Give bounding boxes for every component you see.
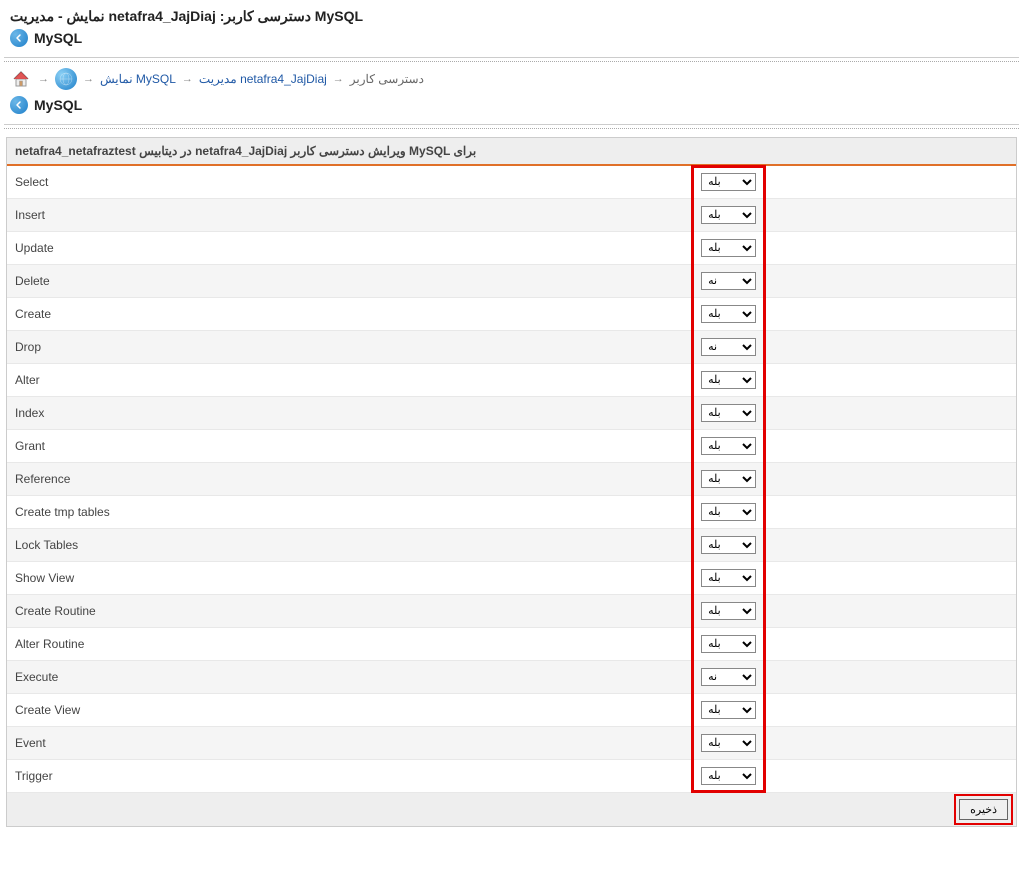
permission-label: Lock Tables bbox=[7, 529, 693, 562]
divider bbox=[4, 124, 1019, 125]
permission-value-cell: بلهنه bbox=[693, 166, 1016, 199]
page-title: نمایش - مدیریت netafra4_JajDiaj :دسترسی … bbox=[10, 8, 1013, 25]
breadcrumb-current: دسترسی کاربر bbox=[350, 72, 424, 86]
panel-title: netafra4_netafraztest در دیتابیس netafra… bbox=[7, 138, 1016, 166]
permission-value-cell: بلهنه bbox=[693, 529, 1016, 562]
permission-label: Drop bbox=[7, 331, 693, 364]
permission-label: Alter Routine bbox=[7, 628, 693, 661]
permission-select[interactable]: بلهنه bbox=[701, 272, 756, 290]
globe-icon[interactable] bbox=[55, 68, 77, 90]
permission-label: Alter bbox=[7, 364, 693, 397]
table-row: Event بلهنه bbox=[7, 727, 1016, 760]
permission-value-cell: بلهنه bbox=[693, 463, 1016, 496]
table-row: Index بلهنه bbox=[7, 397, 1016, 430]
table-row: Update بلهنه bbox=[7, 232, 1016, 265]
table-row: Insert بلهنه bbox=[7, 199, 1016, 232]
permission-select[interactable]: بلهنه bbox=[701, 404, 756, 422]
table-row: Alter Routine بلهنه bbox=[7, 628, 1016, 661]
permission-select[interactable]: بلهنه bbox=[701, 536, 756, 554]
table-row: Reference بلهنه bbox=[7, 463, 1016, 496]
permission-select[interactable]: بلهنه bbox=[701, 305, 756, 323]
table-row: Create View بلهنه bbox=[7, 694, 1016, 727]
permission-value-cell: بلهنه bbox=[693, 727, 1016, 760]
table-row: Create بلهنه bbox=[7, 298, 1016, 331]
permission-label: Create View bbox=[7, 694, 693, 727]
permissions-panel: netafra4_netafraztest در دیتابیس netafra… bbox=[6, 137, 1017, 827]
permission-value-cell: بلهنه bbox=[693, 397, 1016, 430]
permission-value-cell: بلهنه bbox=[693, 199, 1016, 232]
permission-label: Trigger bbox=[7, 760, 693, 793]
permission-value-cell: بلهنه bbox=[693, 331, 1016, 364]
permission-select[interactable]: بلهنه bbox=[701, 437, 756, 455]
divider bbox=[4, 57, 1019, 58]
permission-label: Reference bbox=[7, 463, 693, 496]
table-row: Select بلهنه bbox=[7, 166, 1016, 199]
permission-label: Create tmp tables bbox=[7, 496, 693, 529]
permission-select[interactable]: بلهنه bbox=[701, 701, 756, 719]
permission-select[interactable]: بلهنه bbox=[701, 734, 756, 752]
permissions-table: Select بلهنه Insert بلهنه Update بلهنه Delete ب… bbox=[7, 166, 1016, 793]
permission-select[interactable]: بلهنه bbox=[701, 503, 756, 521]
chevron-right-icon: → bbox=[333, 73, 344, 85]
arrow-left-icon bbox=[10, 96, 28, 114]
permission-value-cell: بلهنه bbox=[693, 232, 1016, 265]
permission-select[interactable]: بلهنه bbox=[701, 767, 756, 785]
permission-label: Event bbox=[7, 727, 693, 760]
table-row: Drop بلهنه bbox=[7, 331, 1016, 364]
table-row: Lock Tables بلهنه bbox=[7, 529, 1016, 562]
permission-select[interactable]: بلهنه bbox=[701, 338, 756, 356]
permission-select[interactable]: بلهنه bbox=[701, 173, 756, 191]
divider bbox=[4, 128, 1019, 129]
permission-value-cell: بلهنه bbox=[693, 595, 1016, 628]
permission-select[interactable]: بلهنه bbox=[701, 635, 756, 653]
permission-label: Select bbox=[7, 166, 693, 199]
table-row: Delete بلهنه bbox=[7, 265, 1016, 298]
permission-value-cell: بلهنه bbox=[693, 694, 1016, 727]
chevron-right-icon: → bbox=[38, 73, 49, 85]
permission-label: Grant bbox=[7, 430, 693, 463]
permission-value-cell: بلهنه bbox=[693, 364, 1016, 397]
permission-label: Show View bbox=[7, 562, 693, 595]
permission-value-cell: بلهنه bbox=[693, 298, 1016, 331]
permission-label: Update bbox=[7, 232, 693, 265]
permission-value-cell: بلهنه bbox=[693, 628, 1016, 661]
chevron-right-icon: → bbox=[83, 73, 94, 85]
table-row: Create Routine بلهنه bbox=[7, 595, 1016, 628]
permission-select[interactable]: بلهنه bbox=[701, 371, 756, 389]
save-button[interactable]: ذخیره bbox=[959, 799, 1008, 820]
permission-value-cell: بلهنه bbox=[693, 430, 1016, 463]
table-row: Alter بلهنه bbox=[7, 364, 1016, 397]
panel-footer: ذخیره bbox=[7, 793, 1016, 826]
permission-select[interactable]: بلهنه bbox=[701, 239, 756, 257]
permission-value-cell: بلهنه bbox=[693, 496, 1016, 529]
permission-label: Index bbox=[7, 397, 693, 430]
arrow-left-icon bbox=[10, 29, 28, 47]
permission-select[interactable]: بلهنه bbox=[701, 602, 756, 620]
table-row: Execute بلهنه bbox=[7, 661, 1016, 694]
table-row: Create tmp tables بلهنه bbox=[7, 496, 1016, 529]
permission-select[interactable]: بلهنه bbox=[701, 569, 756, 587]
permission-select[interactable]: بلهنه bbox=[701, 668, 756, 686]
permission-value-cell: بلهنه bbox=[693, 661, 1016, 694]
permission-value-cell: بلهنه bbox=[693, 265, 1016, 298]
home-icon[interactable] bbox=[10, 68, 32, 90]
permission-label: Create bbox=[7, 298, 693, 331]
breadcrumb-link[interactable]: نمایش MySQL bbox=[100, 72, 176, 86]
chevron-right-icon: → bbox=[182, 73, 193, 85]
permission-value-cell: بلهنه bbox=[693, 760, 1016, 793]
permission-select[interactable]: بلهنه bbox=[701, 470, 756, 488]
permission-label: Insert bbox=[7, 199, 693, 232]
table-row: Show View بلهنه bbox=[7, 562, 1016, 595]
permission-label: Delete bbox=[7, 265, 693, 298]
table-row: Trigger بلهنه bbox=[7, 760, 1016, 793]
breadcrumb: → → نمایش MySQL → مدیریت netafra4_JajDia… bbox=[0, 62, 1023, 94]
section-title: MySQL bbox=[34, 97, 82, 113]
page-subtitle: MySQL bbox=[34, 30, 82, 46]
permission-label: Create Routine bbox=[7, 595, 693, 628]
breadcrumb-link[interactable]: مدیریت netafra4_JajDiaj bbox=[199, 72, 327, 86]
permission-value-cell: بلهنه bbox=[693, 562, 1016, 595]
permission-select[interactable]: بلهنه bbox=[701, 206, 756, 224]
table-row: Grant بلهنه bbox=[7, 430, 1016, 463]
permission-label: Execute bbox=[7, 661, 693, 694]
